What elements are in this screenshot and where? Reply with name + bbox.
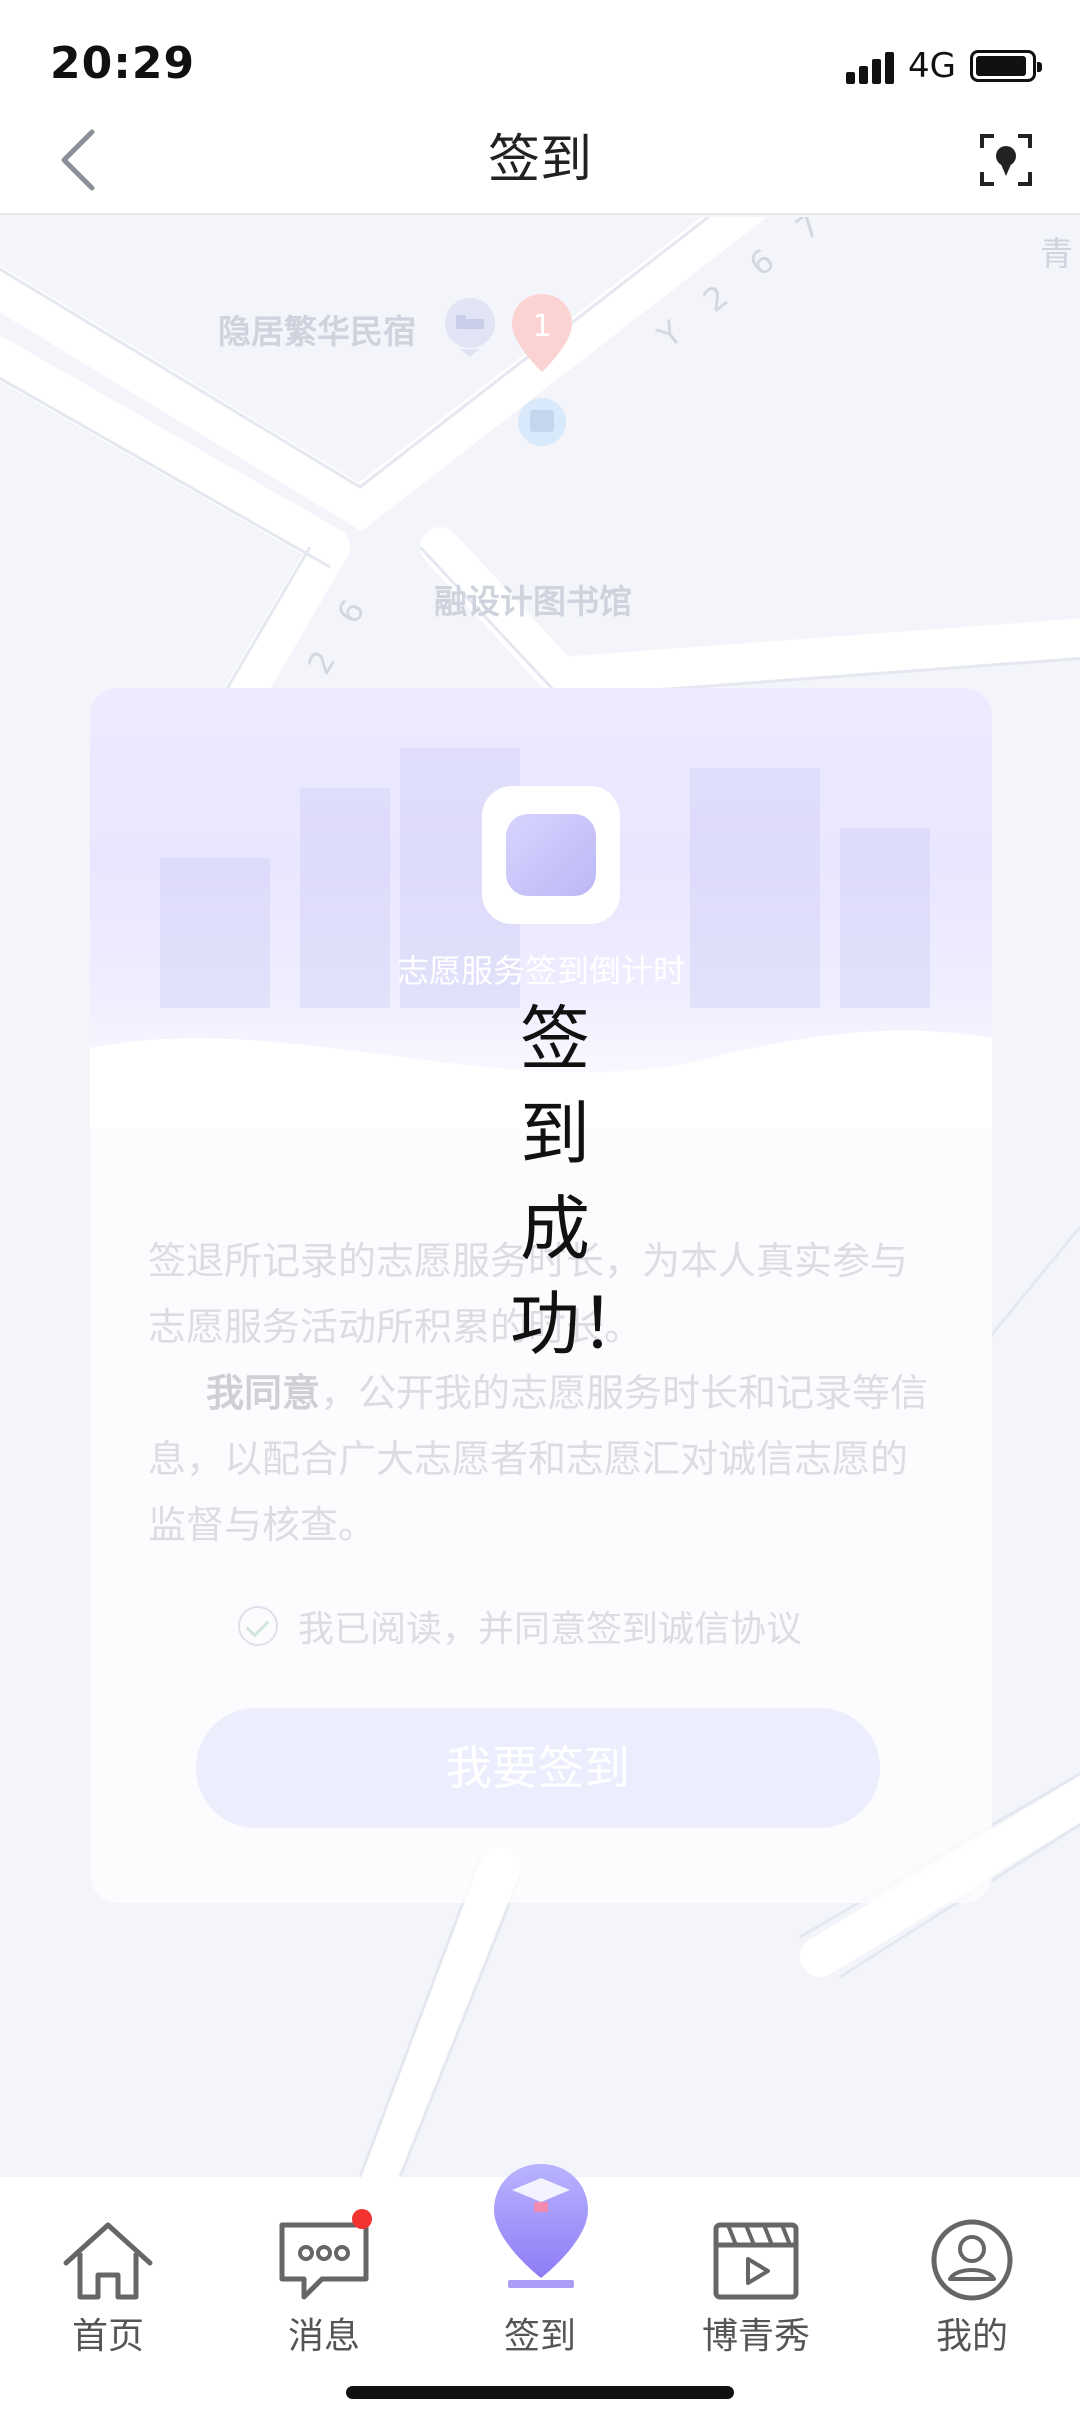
marker-number: 1 <box>532 309 551 344</box>
network-label: 4G <box>908 46 956 86</box>
poi-label[interactable]: 融设计图书馆 <box>434 575 632 623</box>
signin-button[interactable]: 我要签到 <box>196 1708 880 1828</box>
status-time: 20:29 <box>50 38 196 89</box>
map-marker-icon: 1 <box>512 294 572 446</box>
video-icon <box>713 2222 799 2300</box>
agree-checkbox[interactable] <box>238 1606 278 1646</box>
tab-label: 我的 <box>935 2316 1008 2357</box>
message-icon <box>279 2222 369 2300</box>
checkin-screen: 20:29 4G 签到 隐居繁华民宿 1 融设计图书馆 Y 2 6 7 Y 2 … <box>0 0 1080 2418</box>
countdown-label: 志愿服务签到倒计时 <box>396 952 685 990</box>
tab-profile[interactable]: 我的 <box>864 2177 1080 2377</box>
success-toast: 签到成功！ <box>510 998 650 1365</box>
tab-home[interactable]: 首页 <box>0 2177 216 2377</box>
agreement-paragraph-2: 我同意，公开我的志愿服务时长和记录等信息，以配合广大志愿者和志愿汇对诚信志愿的监… <box>148 1360 938 1558</box>
agreement-bold: 我同意 <box>206 1371 321 1415</box>
message-badge <box>352 2209 372 2229</box>
profile-icon <box>931 2219 1013 2301</box>
locate-icon <box>980 134 1032 186</box>
tab-show[interactable]: 博青秀 <box>648 2177 864 2377</box>
map-edge-label: 青 <box>1040 234 1073 273</box>
battery-icon <box>970 50 1042 82</box>
hotel-icon <box>445 298 495 357</box>
tab-label: 首页 <box>71 2316 144 2357</box>
agree-row[interactable]: 我已阅读，并同意签到诚信协议 <box>238 1600 802 1652</box>
app-logo <box>482 786 620 924</box>
home-icon <box>63 2217 153 2300</box>
poi-label[interactable]: 隐居繁华民宿 <box>218 305 416 353</box>
tab-label: 签到 <box>503 2316 576 2357</box>
tab-label: 博青秀 <box>701 2316 810 2357</box>
checkin-icon[interactable] <box>490 2160 592 2290</box>
home-indicator[interactable] <box>346 2386 734 2399</box>
tab-messages[interactable]: 消息 <box>216 2177 432 2377</box>
signal-icon <box>846 50 898 84</box>
locate-button[interactable] <box>978 132 1034 188</box>
page-title: 签到 <box>487 130 592 190</box>
nav-bar: 签到 <box>0 110 1080 215</box>
agree-label: 我已阅读，并同意签到诚信协议 <box>298 1609 803 1650</box>
tab-label: 消息 <box>287 2316 360 2357</box>
status-bar: 20:29 4G <box>0 0 1080 110</box>
